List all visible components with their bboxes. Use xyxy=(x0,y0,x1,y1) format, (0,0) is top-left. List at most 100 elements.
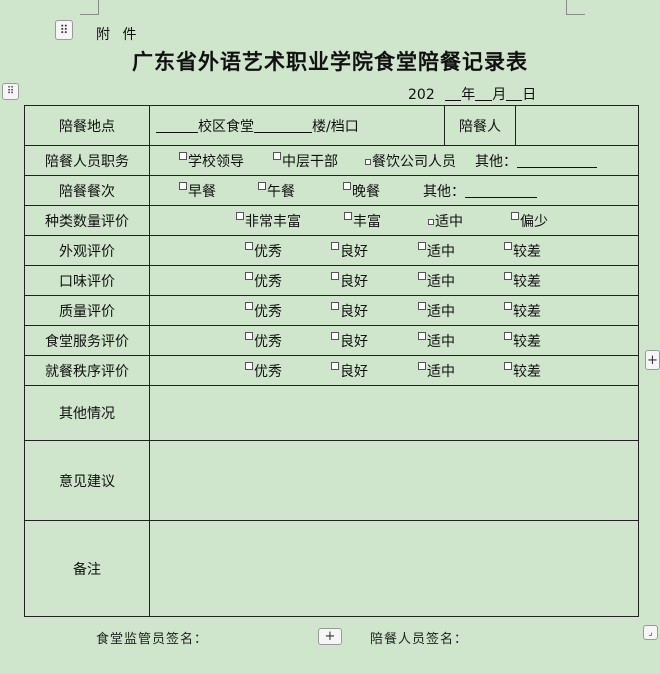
page-corner-mark-right xyxy=(566,0,585,15)
row-service: 食堂服务评价 优秀 良好 适中 较差 xyxy=(24,325,639,356)
table-move-handle-icon[interactable]: ⠿ xyxy=(2,83,19,100)
row-location: 陪餐地点 校区食堂 楼/档口 陪餐人 xyxy=(24,105,639,146)
companion-signature: 陪餐人员签名： xyxy=(370,632,469,647)
rating-options: 优秀 良好 适中 较差 xyxy=(149,265,639,296)
variety-option-few[interactable]: 偏少 xyxy=(511,211,548,231)
variety-option-rich[interactable]: 丰富 xyxy=(344,211,381,231)
row-suggestions: 意见建议 xyxy=(24,440,639,521)
checkbox-icon xyxy=(418,361,426,370)
date-day-blank[interactable] xyxy=(506,86,523,101)
building-blank[interactable] xyxy=(254,118,312,133)
position-option-middle[interactable]: 中层干部 xyxy=(273,151,338,171)
checkbox-icon xyxy=(331,301,339,310)
rating-option-poor[interactable]: 较差 xyxy=(504,331,541,351)
rating-option-poor[interactable]: 较差 xyxy=(504,361,541,381)
checkbox-icon xyxy=(331,331,339,340)
add-row-plus-icon[interactable]: + xyxy=(318,628,342,645)
rating-options: 优秀 良好 适中 较差 xyxy=(149,325,639,356)
rating-option-excellent[interactable]: 优秀 xyxy=(245,331,282,351)
date-year-label: 年 xyxy=(461,87,476,103)
variety-option-moderate[interactable]: 适中 xyxy=(428,211,463,231)
meal-option-breakfast[interactable]: 早餐 xyxy=(179,181,216,201)
other-situation-field[interactable] xyxy=(149,385,639,441)
rating-option-poor[interactable]: 较差 xyxy=(504,301,541,321)
rating-option-excellent[interactable]: 优秀 xyxy=(245,241,282,261)
rating-option-good[interactable]: 良好 xyxy=(331,271,368,291)
rating-option-excellent[interactable]: 优秀 xyxy=(245,301,282,321)
rating-label: 就餐秩序评价 xyxy=(24,355,150,386)
page-title: 广东省外语艺术职业学院食堂陪餐记录表 xyxy=(132,49,528,74)
checkbox-icon xyxy=(365,158,371,165)
date-year-prefix: 202 xyxy=(408,87,435,103)
position-option-leader[interactable]: 学校领导 xyxy=(179,151,244,171)
rating-label: 质量评价 xyxy=(24,295,150,326)
checkbox-icon xyxy=(418,301,426,310)
rating-label: 食堂服务评价 xyxy=(24,325,150,356)
rating-option-moderate[interactable]: 适中 xyxy=(418,331,455,351)
meal-option-lunch[interactable]: 午餐 xyxy=(258,181,295,201)
checkbox-icon xyxy=(258,181,266,190)
position-other-blank[interactable] xyxy=(517,153,597,168)
meal-other[interactable]: 其他： xyxy=(423,181,537,201)
position-options: 学校领导 中层干部 餐饮公司人员 其他： xyxy=(149,145,639,176)
row-taste: 口味评价 优秀 良好 适中 较差 xyxy=(24,265,639,296)
checkbox-icon xyxy=(418,241,426,250)
companion-label: 陪餐人 xyxy=(444,105,516,146)
rating-option-poor[interactable]: 较差 xyxy=(504,241,541,261)
checkbox-icon xyxy=(331,241,339,250)
rating-option-excellent[interactable]: 优秀 xyxy=(245,271,282,291)
suggestions-label: 意见建议 xyxy=(24,440,150,521)
checkbox-icon xyxy=(504,241,512,250)
add-column-plus-icon[interactable]: + xyxy=(645,350,660,370)
rating-option-excellent[interactable]: 优秀 xyxy=(245,361,282,381)
checkbox-icon xyxy=(245,241,253,250)
rating-option-good[interactable]: 良好 xyxy=(331,241,368,261)
checkbox-icon xyxy=(179,181,187,190)
row-quality: 质量评价 优秀 良好 适中 较差 xyxy=(24,295,639,326)
position-label: 陪餐人员职务 xyxy=(24,145,150,176)
building-suffix: 楼/档口 xyxy=(312,118,359,135)
remarks-field[interactable] xyxy=(149,520,639,617)
checkbox-icon xyxy=(428,218,434,225)
checkbox-icon xyxy=(511,211,519,220)
date-month-blank[interactable] xyxy=(475,86,493,101)
meal-label: 陪餐餐次 xyxy=(24,175,150,206)
date-year-blank[interactable] xyxy=(445,86,462,101)
row-other-situation: 其他情况 xyxy=(24,385,639,441)
resize-icon[interactable]: ⌟ xyxy=(643,625,658,640)
suggestions-field[interactable] xyxy=(149,440,639,521)
variety-option-very-rich[interactable]: 非常丰富 xyxy=(236,211,301,231)
rating-option-good[interactable]: 良好 xyxy=(331,331,368,351)
rating-label: 口味评价 xyxy=(24,265,150,296)
checkbox-icon xyxy=(331,271,339,280)
position-option-catering[interactable]: 餐饮公司人员 xyxy=(365,151,456,171)
meal-option-dinner[interactable]: 晚餐 xyxy=(343,181,380,201)
rating-option-good[interactable]: 良好 xyxy=(331,301,368,321)
checkbox-icon xyxy=(504,271,512,280)
checkbox-icon xyxy=(245,301,253,310)
rating-option-moderate[interactable]: 适中 xyxy=(418,241,455,261)
variety-label: 种类数量评价 xyxy=(24,205,150,236)
rating-option-good[interactable]: 良好 xyxy=(331,361,368,381)
other-situation-label: 其他情况 xyxy=(24,385,150,441)
campus-blank[interactable] xyxy=(156,118,198,133)
checkbox-icon xyxy=(418,331,426,340)
date-line: 202 年月日 xyxy=(408,84,536,104)
position-other[interactable]: 其他： xyxy=(475,151,597,171)
row-variety: 种类数量评价 非常丰富 丰富 适中 偏少 xyxy=(24,205,639,236)
checkbox-icon xyxy=(245,361,253,370)
rating-option-moderate[interactable]: 适中 xyxy=(418,271,455,291)
checkbox-icon xyxy=(343,181,351,190)
rating-option-moderate[interactable]: 适中 xyxy=(418,301,455,321)
meal-other-blank[interactable] xyxy=(465,183,537,198)
checkbox-icon xyxy=(504,331,512,340)
checkbox-icon xyxy=(273,151,281,160)
rating-option-moderate[interactable]: 适中 xyxy=(418,361,455,381)
row-order: 就餐秩序评价 优秀 良好 适中 较差 xyxy=(24,355,639,386)
drag-handle-icon[interactable]: ⠿ xyxy=(55,20,73,40)
meal-options: 早餐 午餐 晚餐 其他： xyxy=(149,175,639,206)
meal-record-table: 陪餐地点 校区食堂 楼/档口 陪餐人 陪餐人员职务 学校领导 中层干部 餐饮公司人… xyxy=(24,105,639,617)
checkbox-icon xyxy=(331,361,339,370)
rating-option-poor[interactable]: 较差 xyxy=(504,271,541,291)
companion-value[interactable] xyxy=(515,105,639,146)
